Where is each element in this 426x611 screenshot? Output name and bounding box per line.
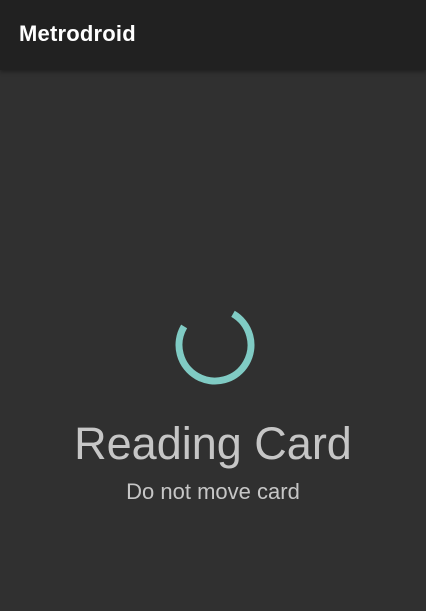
status-subtitle: Do not move card [126,479,300,504]
main-content: Reading Card Do not move card [0,70,426,611]
status-title: Reading Card [74,418,352,469]
app-title: Metrodroid [19,21,136,46]
app-bar: Metrodroid [0,0,426,70]
progress-spinner-icon [175,305,255,385]
